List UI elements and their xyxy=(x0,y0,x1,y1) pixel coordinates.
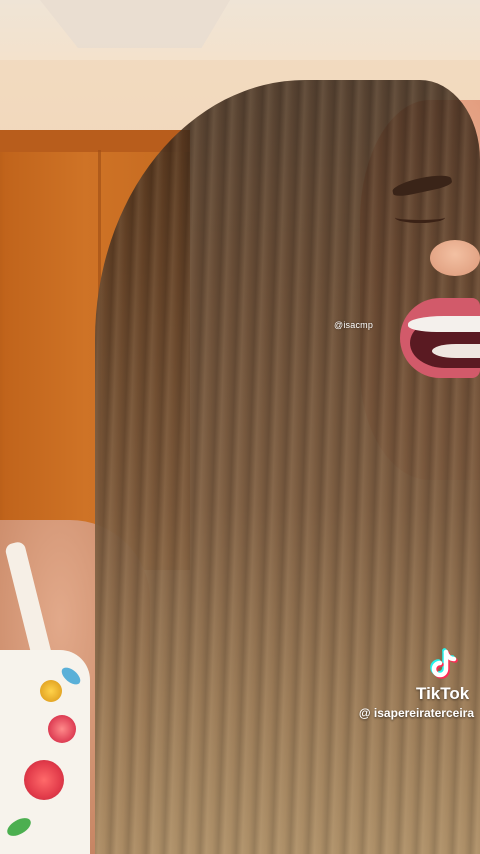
closed-eye xyxy=(395,212,445,223)
creator-handle[interactable]: @ isapereiraterceira xyxy=(359,706,474,720)
lower-teeth xyxy=(432,344,480,358)
flower-pattern xyxy=(40,680,62,702)
brand-name: TikTok xyxy=(416,684,470,703)
hair-highlights xyxy=(95,80,480,854)
nose xyxy=(430,240,480,276)
video-frame[interactable]: @isacmp TikTok @ isapereiraterceira xyxy=(0,0,480,854)
flower-pattern xyxy=(24,760,64,800)
flower-pattern xyxy=(48,715,76,743)
upper-teeth xyxy=(408,316,480,332)
creator-watermark: @isacmp xyxy=(334,320,374,330)
tiktok-note-icon xyxy=(430,648,458,679)
